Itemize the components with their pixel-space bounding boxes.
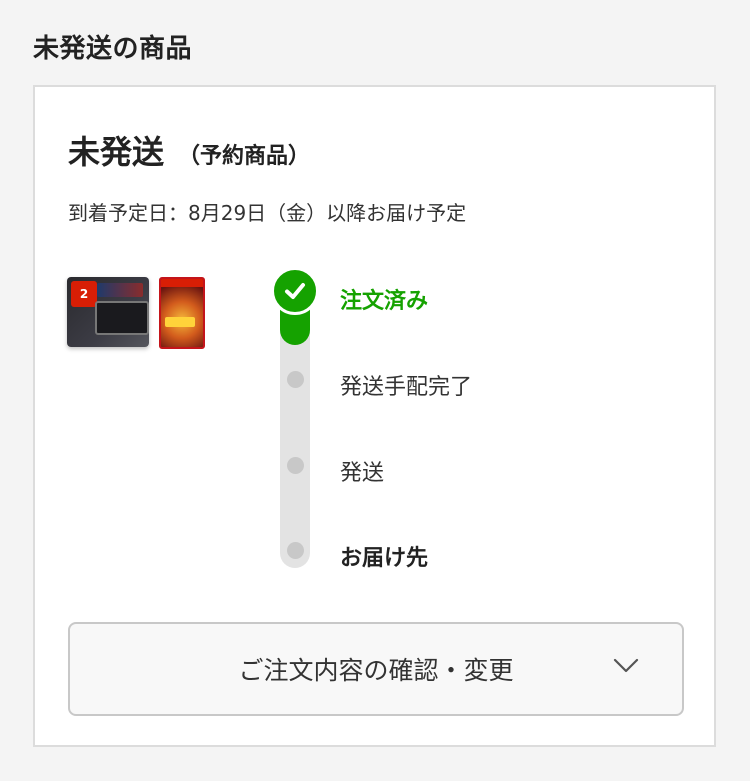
product-image-switch[interactable]: 2: [67, 277, 149, 347]
step-dot-shipped: [287, 457, 304, 474]
order-card: 未発送 （予約商品） 到着予定日：8月29日（金）以降お届け予定 2 注文済み …: [33, 85, 716, 747]
order-details-button[interactable]: ご注文内容の確認・変更: [68, 622, 684, 716]
step-label-shipping-arranged: 発送手配完了: [340, 375, 473, 400]
product-thumbnails: 2: [67, 277, 205, 349]
status-note: （予約商品）: [178, 144, 311, 169]
switch-console: [95, 301, 149, 335]
check-icon: [271, 267, 319, 315]
step-label-delivery-address: お届け先: [340, 546, 429, 571]
game-top-band: [161, 279, 203, 287]
step-dot-delivered: [287, 542, 304, 559]
page: 未発送の商品 未発送 （予約商品） 到着予定日：8月29日（金）以降お届け予定 …: [0, 0, 750, 781]
chevron-down-icon: [613, 658, 639, 673]
order-details-label: ご注文内容の確認・変更: [238, 656, 514, 685]
status-label: 未発送: [68, 133, 165, 171]
step-label-shipped: 発送: [340, 461, 385, 486]
step-dot-shipping-arranged: [287, 371, 304, 388]
section-title: 未発送の商品: [33, 34, 193, 64]
progress-timeline: [271, 267, 319, 570]
delivery-date: 到着予定日：8月29日（金）以降お届け予定: [68, 201, 467, 225]
switch-badge: 2: [71, 281, 97, 307]
game-logo: [165, 317, 195, 327]
status-heading: 未発送 （予約商品）: [68, 127, 310, 173]
step-label-ordered: 注文済み: [340, 289, 429, 314]
switch-stripe: [97, 283, 143, 297]
product-image-game[interactable]: [159, 277, 205, 349]
